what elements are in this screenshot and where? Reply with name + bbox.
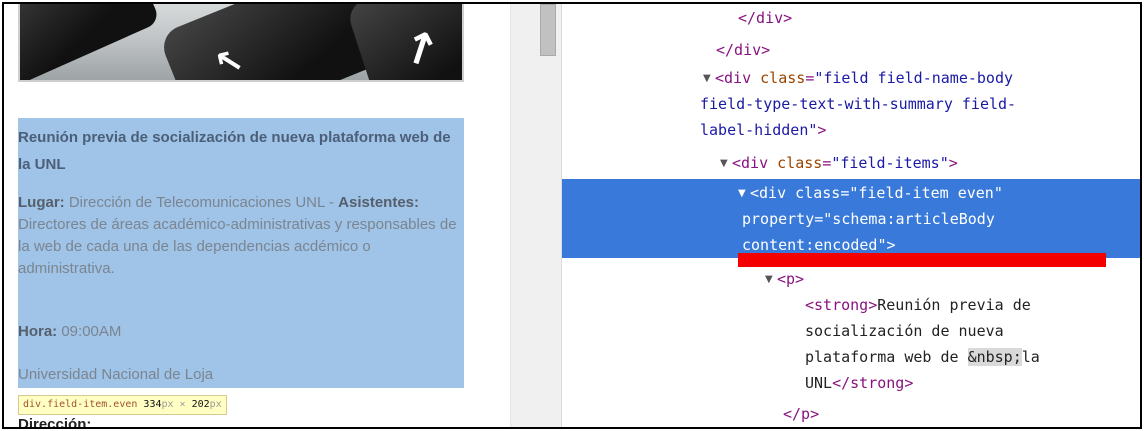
attr-eq: = bbox=[822, 154, 832, 172]
attr-value: "field field-name-body bbox=[814, 69, 1014, 87]
university-name: Universidad Nacional de Loja bbox=[18, 366, 214, 383]
keyboard-hero-image: ↑ ↑ bbox=[18, 4, 464, 82]
attr-value: "field-item even" bbox=[849, 184, 1003, 202]
dom-node-strong-cont[interactable]: plataforma web de &nbsp;la bbox=[805, 344, 1040, 370]
expand-triangle-icon[interactable]: ▼ bbox=[765, 267, 777, 293]
dom-close-div[interactable]: </div> bbox=[716, 37, 770, 63]
attr-value: "schema:articleBody bbox=[823, 210, 995, 228]
tooltip-selector: div.field-item.even bbox=[23, 399, 138, 410]
tag-text: > bbox=[817, 121, 827, 139]
tag-text: > bbox=[886, 236, 896, 254]
attr-value: "field-items" bbox=[831, 154, 949, 172]
tooltip-unit: px bbox=[161, 399, 174, 410]
screenshot-frame: ↑ ↑ Reunión previa de socialización de n… bbox=[2, 2, 1142, 429]
dom-node-strong-cont[interactable]: UNL</strong> bbox=[805, 370, 913, 396]
attr-eq: = bbox=[814, 210, 824, 228]
lugar-label: Lugar: bbox=[18, 194, 65, 211]
keyboard-key-shape bbox=[20, 4, 161, 80]
text-node: la bbox=[1021, 348, 1040, 366]
tag-text: </p> bbox=[783, 405, 820, 423]
red-underline-annotation bbox=[738, 253, 1106, 267]
attr-value: content:encoded" bbox=[742, 236, 887, 254]
attr-name: property bbox=[742, 210, 815, 228]
devtools-elements-panel: </div> </div> ▼ <div class="field field-n… bbox=[562, 4, 1140, 427]
tooltip-times: × bbox=[173, 399, 192, 410]
attr-name: class bbox=[795, 184, 841, 202]
tag-text: <strong> bbox=[805, 296, 878, 314]
tag-text: <div bbox=[750, 184, 796, 202]
lugar-value: Dirección de Telecomunicaciones UNL - bbox=[64, 194, 339, 211]
scrollbar-thumb[interactable] bbox=[540, 4, 556, 56]
nbsp-entity: &nbsp; bbox=[967, 348, 1022, 366]
tag-text: <div bbox=[732, 154, 778, 172]
expand-triangle-icon[interactable]: ▼ bbox=[703, 66, 715, 92]
dom-node-field-body-cont[interactable]: label-hidden"> bbox=[700, 117, 826, 143]
dom-node-p[interactable]: ▼ <p> bbox=[765, 266, 804, 293]
tag-text: <div bbox=[715, 69, 761, 87]
dom-node-field-body-cont[interactable]: field-type-text-with-summary field- bbox=[700, 91, 1016, 117]
tooltip-unit: px bbox=[209, 399, 222, 410]
tag-text: </div> bbox=[738, 9, 793, 27]
dom-node-field-items[interactable]: ▼ <div class="field-items"> bbox=[720, 150, 958, 177]
page-scrollbar[interactable] bbox=[510, 4, 562, 427]
text-node: socialización de nueva bbox=[805, 322, 1004, 340]
attr-value: field-type-text-with-summary field- bbox=[700, 95, 1017, 113]
attr-value: label-hidden" bbox=[700, 121, 818, 139]
event-title[interactable]: Reunión previa de socialización de nueva… bbox=[18, 124, 458, 178]
tag-text: <p> bbox=[777, 270, 805, 288]
text-node: plataforma web de bbox=[805, 348, 968, 366]
attr-name: class bbox=[760, 69, 806, 87]
web-page-viewport: ↑ ↑ Reunión previa de socialización de n… bbox=[4, 4, 510, 429]
text-node: UNL bbox=[805, 374, 833, 392]
tooltip-height: 202 bbox=[191, 399, 210, 410]
expand-triangle-icon[interactable]: ▼ bbox=[720, 151, 732, 177]
event-details: Lugar: Dirección de Telecomunicaciones U… bbox=[18, 192, 466, 280]
dom-node-strong-cont[interactable]: socialización de nueva bbox=[805, 318, 1004, 344]
hora-value: 09:00AM bbox=[57, 323, 122, 340]
attr-name: class bbox=[777, 154, 823, 172]
direccion-label: Dirección: bbox=[18, 416, 92, 429]
tag-text: > bbox=[948, 154, 958, 172]
tag-text: </div> bbox=[716, 41, 771, 59]
tooltip-width: 334 bbox=[143, 399, 162, 410]
asistentes-value: Directores de áreas académico-administra… bbox=[18, 216, 457, 277]
tag-text: </strong> bbox=[832, 374, 914, 392]
element-size-tooltip: div.field-item.even 334px × 202px bbox=[18, 395, 227, 415]
expand-triangle-icon[interactable]: ▼ bbox=[738, 181, 750, 207]
asistentes-label: Asistentes: bbox=[338, 194, 419, 211]
text-node: Reunión previa de bbox=[877, 296, 1031, 314]
dom-close-div[interactable]: </div> bbox=[738, 5, 792, 31]
attr-eq: = bbox=[840, 184, 850, 202]
dom-node-strong[interactable]: <strong>Reunión previa de bbox=[805, 292, 1031, 318]
dom-node-field-body[interactable]: ▼ <div class="field field-name-body bbox=[703, 65, 1013, 92]
attr-eq: = bbox=[805, 69, 815, 87]
event-time: Hora: 09:00AM bbox=[18, 321, 121, 343]
dom-close-p[interactable]: </p> bbox=[783, 401, 819, 427]
dom-node-field-item-even-cont[interactable]: property="schema:articleBody bbox=[742, 206, 995, 232]
hora-label: Hora: bbox=[18, 323, 58, 340]
dom-node-field-item-even[interactable]: ▼ <div class="field-item even" bbox=[738, 180, 1003, 207]
